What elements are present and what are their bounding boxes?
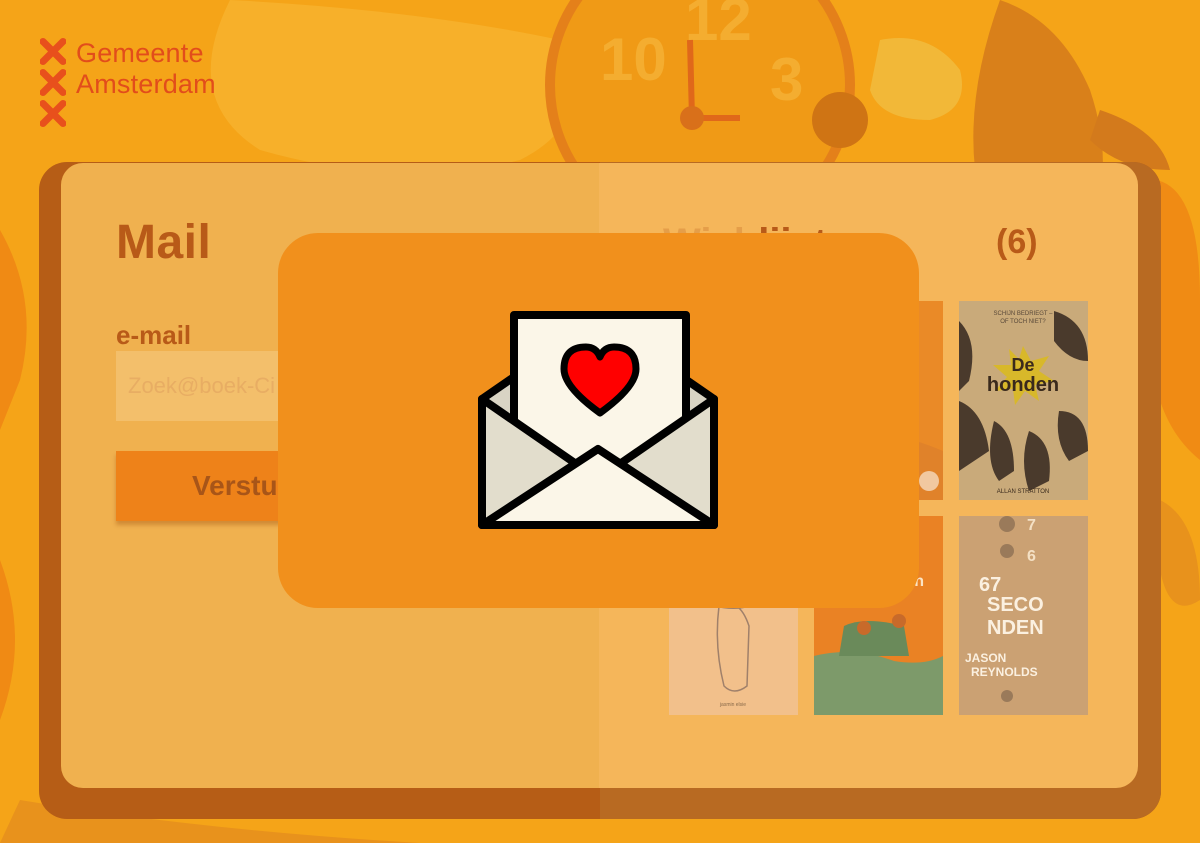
svg-text:7: 7 bbox=[1027, 517, 1036, 534]
svg-text:6: 6 bbox=[1027, 548, 1036, 565]
book-cover-de-honden[interactable]: De honden SCHIJN BEDRIEGT – OF TOCH NIET… bbox=[959, 301, 1088, 500]
svg-text:REYNOLDS: REYNOLDS bbox=[971, 665, 1038, 679]
envelope-heart-icon bbox=[478, 311, 718, 529]
svg-text:JASON: JASON bbox=[965, 651, 1006, 665]
svg-text:jasmin elsie: jasmin elsie bbox=[719, 702, 746, 708]
svg-text:12: 12 bbox=[685, 0, 752, 53]
svg-text:3: 3 bbox=[770, 46, 803, 113]
svg-text:honden: honden bbox=[987, 374, 1059, 396]
svg-text:ALLAN STRATTON: ALLAN STRATTON bbox=[997, 489, 1049, 495]
mail-title: Mail bbox=[116, 216, 212, 269]
x-icon bbox=[40, 38, 66, 65]
svg-text:De: De bbox=[1011, 355, 1034, 375]
logo-line-1: Gemeente bbox=[76, 38, 204, 68]
svg-text:OF TOCH NIET?: OF TOCH NIET? bbox=[1000, 319, 1046, 325]
logo-text: Gemeente Amsterdam bbox=[76, 38, 216, 127]
x-icon bbox=[40, 100, 66, 127]
mail-sent-modal[interactable] bbox=[278, 233, 919, 608]
email-label: e-mail bbox=[116, 320, 192, 350]
x-icon bbox=[40, 69, 66, 96]
svg-text:SECO: SECO bbox=[987, 594, 1044, 616]
svg-text:NDEN: NDEN bbox=[987, 617, 1044, 639]
logo-crosses bbox=[40, 38, 66, 127]
svg-text:10: 10 bbox=[600, 26, 667, 93]
gemeente-amsterdam-logo[interactable]: Gemeente Amsterdam bbox=[40, 38, 216, 127]
book-cover-67-seconden[interactable]: 7 6 67 SECO NDEN JASON REYNOLDS bbox=[959, 516, 1088, 715]
logo-line-2: Amsterdam bbox=[76, 69, 216, 99]
svg-text:67: 67 bbox=[979, 574, 1001, 596]
wishlist-count: (6) bbox=[996, 223, 1038, 261]
svg-text:SCHIJN BEDRIEGT –: SCHIJN BEDRIEGT – bbox=[994, 311, 1054, 317]
